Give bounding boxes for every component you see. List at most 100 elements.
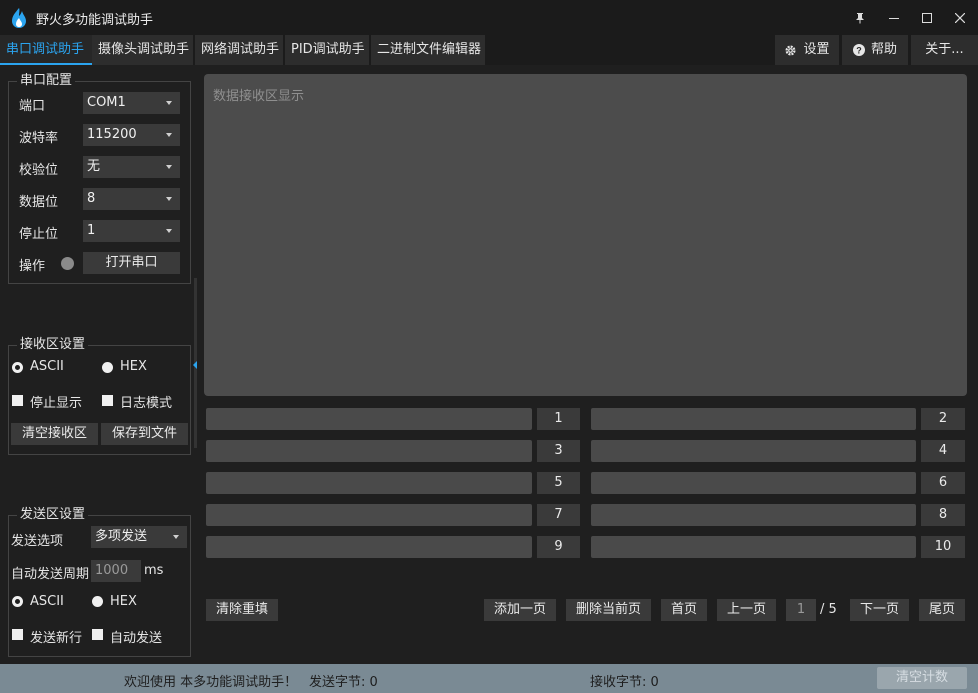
- first-page-button[interactable]: 首页: [661, 599, 707, 621]
- send-field-10[interactable]: [591, 536, 916, 558]
- open-port-button[interactable]: 打开串口: [83, 252, 180, 274]
- stop-display-checkbox[interactable]: [12, 395, 23, 406]
- tab-network[interactable]: 网络调试助手: [195, 35, 283, 65]
- close-button[interactable]: [943, 0, 977, 35]
- receive-settings-title: 接收区设置: [17, 337, 89, 353]
- minimize-icon: [889, 17, 899, 19]
- maximize-icon: [922, 12, 932, 23]
- port-select[interactable]: COM1: [83, 92, 180, 114]
- send-field-9[interactable]: [206, 536, 532, 558]
- title-bar: 野火多功能调试助手: [0, 0, 978, 35]
- tab-binary-editor[interactable]: 二进制文件编辑器: [371, 35, 485, 65]
- send-settings-title: 发送区设置: [17, 507, 89, 523]
- send-field-5[interactable]: [206, 472, 532, 494]
- send-button-5[interactable]: 5: [537, 472, 580, 494]
- send-field-1[interactable]: [206, 408, 532, 430]
- tab-serial[interactable]: 串口调试助手: [0, 35, 92, 65]
- chevron-down-icon: [166, 165, 172, 169]
- save-to-file-button[interactable]: 保存到文件: [101, 423, 188, 445]
- auto-send-period-input[interactable]: 1000: [91, 560, 141, 582]
- clear-receive-button[interactable]: 清空接收区: [11, 423, 98, 445]
- page-number-input[interactable]: 1: [786, 599, 816, 621]
- parity-value: 无: [87, 159, 101, 174]
- prev-page-button[interactable]: 上一页: [717, 599, 776, 621]
- stopbits-value: 1: [87, 223, 96, 238]
- send-button-7[interactable]: 7: [537, 504, 580, 526]
- baud-select[interactable]: 115200: [83, 124, 180, 146]
- receive-ascii-radio[interactable]: [12, 362, 23, 373]
- sent-bytes-label: 发送字节: 0: [309, 675, 378, 690]
- databits-select[interactable]: 8: [83, 188, 180, 210]
- stopbits-select[interactable]: 1: [83, 220, 180, 242]
- settings-label: 设置: [803, 42, 830, 57]
- send-hex-label: HEX: [110, 594, 137, 609]
- chevron-down-icon: [166, 101, 172, 105]
- settings-button[interactable]: 设置: [775, 35, 839, 65]
- send-field-8[interactable]: [591, 504, 916, 526]
- receive-placeholder: 数据接收区显示: [213, 89, 305, 104]
- clear-count-button[interactable]: 清空计数: [877, 667, 967, 689]
- send-hex-radio[interactable]: [92, 596, 103, 607]
- help-label: 帮助: [870, 42, 897, 57]
- next-page-button[interactable]: 下一页: [850, 599, 909, 621]
- send-option-value: 多项发送: [95, 529, 148, 544]
- send-button-2[interactable]: 2: [921, 408, 965, 430]
- pin-button[interactable]: [843, 0, 877, 35]
- tab-camera[interactable]: 摄像头调试助手: [92, 35, 193, 65]
- send-newline-checkbox[interactable]: [12, 629, 23, 640]
- parity-label: 校验位: [19, 163, 59, 178]
- tab-bar: 串口调试助手 摄像头调试助手 网络调试助手 PID调试助手 二进制文件编辑器 设…: [0, 35, 978, 65]
- send-ascii-radio[interactable]: [12, 596, 23, 607]
- send-newline-label: 发送新行: [30, 631, 83, 646]
- help-icon: ?: [852, 44, 865, 56]
- pin-icon: [856, 12, 864, 23]
- operation-label: 操作: [19, 259, 46, 274]
- close-icon: [955, 12, 965, 23]
- send-button-8[interactable]: 8: [921, 504, 965, 526]
- add-page-button[interactable]: 添加一页: [484, 599, 556, 621]
- log-mode-label: 日志模式: [120, 396, 173, 411]
- send-field-7[interactable]: [206, 504, 532, 526]
- send-field-3[interactable]: [206, 440, 532, 462]
- baud-label: 波特率: [19, 131, 59, 146]
- send-button-1[interactable]: 1: [537, 408, 580, 430]
- receive-text-area[interactable]: 数据接收区显示: [204, 74, 967, 396]
- send-option-select[interactable]: 多项发送: [91, 526, 187, 548]
- send-field-4[interactable]: [591, 440, 916, 462]
- receive-ascii-label: ASCII: [30, 359, 64, 374]
- send-button-9[interactable]: 9: [537, 536, 580, 558]
- send-button-6[interactable]: 6: [921, 472, 965, 494]
- delete-page-button[interactable]: 删除当前页: [566, 599, 651, 621]
- gear-icon: [785, 44, 796, 56]
- auto-send-checkbox[interactable]: [92, 629, 103, 640]
- port-label: 端口: [19, 99, 46, 114]
- minimize-button[interactable]: [877, 0, 911, 35]
- tab-pid[interactable]: PID调试助手: [285, 35, 369, 65]
- help-button[interactable]: ? 帮助: [842, 35, 908, 65]
- stopbits-label: 停止位: [19, 227, 59, 242]
- databits-value: 8: [87, 191, 96, 206]
- period-unit-label: ms: [144, 563, 164, 578]
- send-button-3[interactable]: 3: [537, 440, 580, 462]
- stop-display-label: 停止显示: [30, 396, 83, 411]
- databits-label: 数据位: [19, 195, 59, 210]
- auto-send-period-label: 自动发送周期: [11, 567, 90, 582]
- about-button[interactable]: 关于...: [911, 35, 978, 65]
- chevron-down-icon: [173, 535, 179, 539]
- port-status-indicator: [61, 257, 74, 270]
- log-mode-checkbox[interactable]: [102, 395, 113, 406]
- send-field-2[interactable]: [591, 408, 916, 430]
- clear-refill-button[interactable]: 清除重填: [206, 599, 278, 621]
- maximize-button[interactable]: [910, 0, 944, 35]
- send-field-6[interactable]: [591, 472, 916, 494]
- send-ascii-label: ASCII: [30, 594, 64, 609]
- last-page-button[interactable]: 尾页: [919, 599, 965, 621]
- auto-send-label: 自动发送: [110, 631, 163, 646]
- collapse-arrow-icon[interactable]: [193, 361, 197, 369]
- send-button-4[interactable]: 4: [921, 440, 965, 462]
- send-button-10[interactable]: 10: [921, 536, 965, 558]
- receive-hex-radio[interactable]: [102, 362, 113, 373]
- parity-select[interactable]: 无: [83, 156, 180, 178]
- received-bytes-label: 接收字节: 0: [590, 675, 659, 690]
- flame-logo-icon: [12, 8, 26, 28]
